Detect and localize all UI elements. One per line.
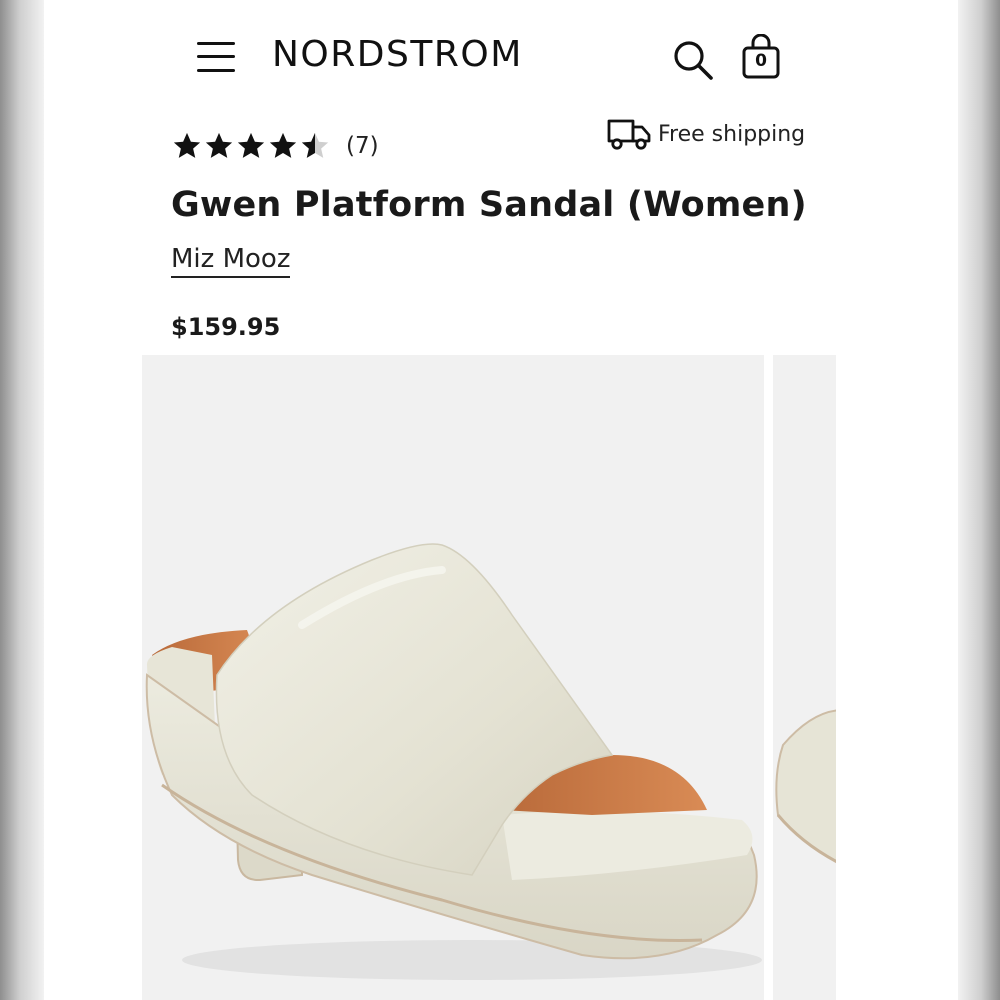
brand-link[interactable]: Miz Mooz xyxy=(171,244,291,278)
star-full-icon xyxy=(205,132,233,158)
star-full-icon xyxy=(237,132,265,158)
hamburger-menu-icon[interactable] xyxy=(197,40,235,74)
shipping-label: Free shipping xyxy=(658,121,806,147)
product-title: Gwen Platform Sandal (Women) xyxy=(171,185,807,225)
sandal-image-partial xyxy=(775,709,836,864)
sandal-image xyxy=(145,543,762,980)
review-count[interactable]: (7) xyxy=(346,133,379,159)
product-price: $159.95 xyxy=(171,313,281,341)
right-background-gutter xyxy=(958,0,1000,1000)
star-full-icon xyxy=(269,132,297,158)
site-header: NORDSTROM 0 xyxy=(0,0,1000,110)
product-image-main[interactable] xyxy=(142,355,764,1000)
product-image-next[interactable] xyxy=(773,355,836,1000)
free-shipping-badge: Free shipping xyxy=(606,116,805,152)
star-rating xyxy=(172,131,330,161)
search-icon[interactable] xyxy=(671,38,715,82)
star-half-icon xyxy=(301,132,329,158)
left-background-gutter xyxy=(0,0,44,1000)
bag-count: 0 xyxy=(755,51,767,71)
rating-row[interactable]: (7) xyxy=(172,128,379,164)
shopping-bag-icon[interactable]: 0 xyxy=(740,34,782,80)
nordstrom-logo[interactable]: NORDSTROM xyxy=(272,34,523,75)
delivery-truck-icon xyxy=(607,119,651,150)
star-full-icon xyxy=(173,132,201,158)
product-image-gallery[interactable] xyxy=(142,355,836,1000)
